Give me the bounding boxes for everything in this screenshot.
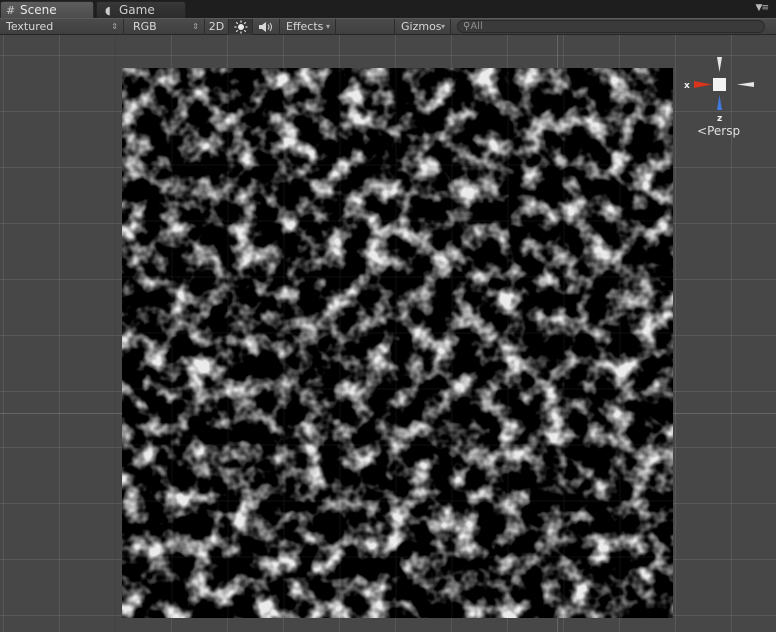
noise-texture-plane[interactable] xyxy=(122,68,673,618)
panel-menu-icon[interactable]: ▼≡ xyxy=(756,3,770,13)
gizmo-center-cube[interactable] xyxy=(713,78,726,91)
draw-mode-label: Textured xyxy=(6,20,54,33)
x-axis-cone[interactable] xyxy=(694,81,712,88)
gizmo-z-label: z xyxy=(717,114,722,124)
chevron-down-icon: ▾ xyxy=(440,22,445,31)
orientation-gizmo[interactable]: x z xyxy=(684,54,756,134)
hierarchy-search-input[interactable]: ⚲All xyxy=(457,20,765,33)
noise-texture xyxy=(122,68,673,618)
scene-toolbar: Textured ⇕ RGB ⇕ 2D Effects ▾ Gizmos ▾ ⚲… xyxy=(0,18,776,35)
pacman-icon: ◖ xyxy=(105,4,111,17)
scene-viewport[interactable]: x z <Persp xyxy=(0,35,776,632)
updown-icon: ⇕ xyxy=(192,22,199,31)
chevron-down-icon: ▾ xyxy=(325,22,330,31)
tab-scene-label: Scene xyxy=(20,3,57,17)
z-axis-cone[interactable] xyxy=(717,95,722,110)
scene-audio-button[interactable] xyxy=(253,19,280,35)
projection-toggle[interactable]: <Persp xyxy=(697,124,740,138)
tab-game[interactable]: ◖ Game xyxy=(96,1,186,18)
search-placeholder: All xyxy=(470,21,483,32)
effects-label: Effects xyxy=(286,20,324,33)
toggle-2d-label: 2D xyxy=(208,20,225,33)
grid-line xyxy=(115,35,116,632)
sun-icon xyxy=(234,20,247,34)
draw-mode-dropdown[interactable]: Textured ⇕ xyxy=(0,19,124,35)
tab-game-label: Game xyxy=(119,3,155,17)
render-mode-dropdown[interactable]: RGB ⇕ xyxy=(127,19,205,35)
projection-label: Persp xyxy=(707,124,741,138)
gizmo-x-label: x xyxy=(684,81,690,91)
effects-dropdown[interactable]: Effects ▾ xyxy=(280,19,336,35)
render-mode-label: RGB xyxy=(133,20,157,33)
toggle-2d-button[interactable]: 2D xyxy=(205,19,229,35)
gizmos-label: Gizmos xyxy=(401,20,442,33)
y-axis-cone[interactable] xyxy=(717,57,722,72)
neg-x-axis-cone[interactable] xyxy=(737,82,754,87)
window-tab-bar: # Scene ◖ Game ▼≡ xyxy=(0,0,776,18)
scene-lighting-button[interactable] xyxy=(229,19,253,35)
tab-scene[interactable]: # Scene xyxy=(0,1,94,18)
gizmos-dropdown[interactable]: Gizmos ▾ xyxy=(394,19,451,35)
updown-icon: ⇕ xyxy=(111,22,118,31)
speaker-icon xyxy=(259,22,272,32)
grid-icon: # xyxy=(6,4,16,17)
chevron-left-icon: < xyxy=(697,124,708,138)
